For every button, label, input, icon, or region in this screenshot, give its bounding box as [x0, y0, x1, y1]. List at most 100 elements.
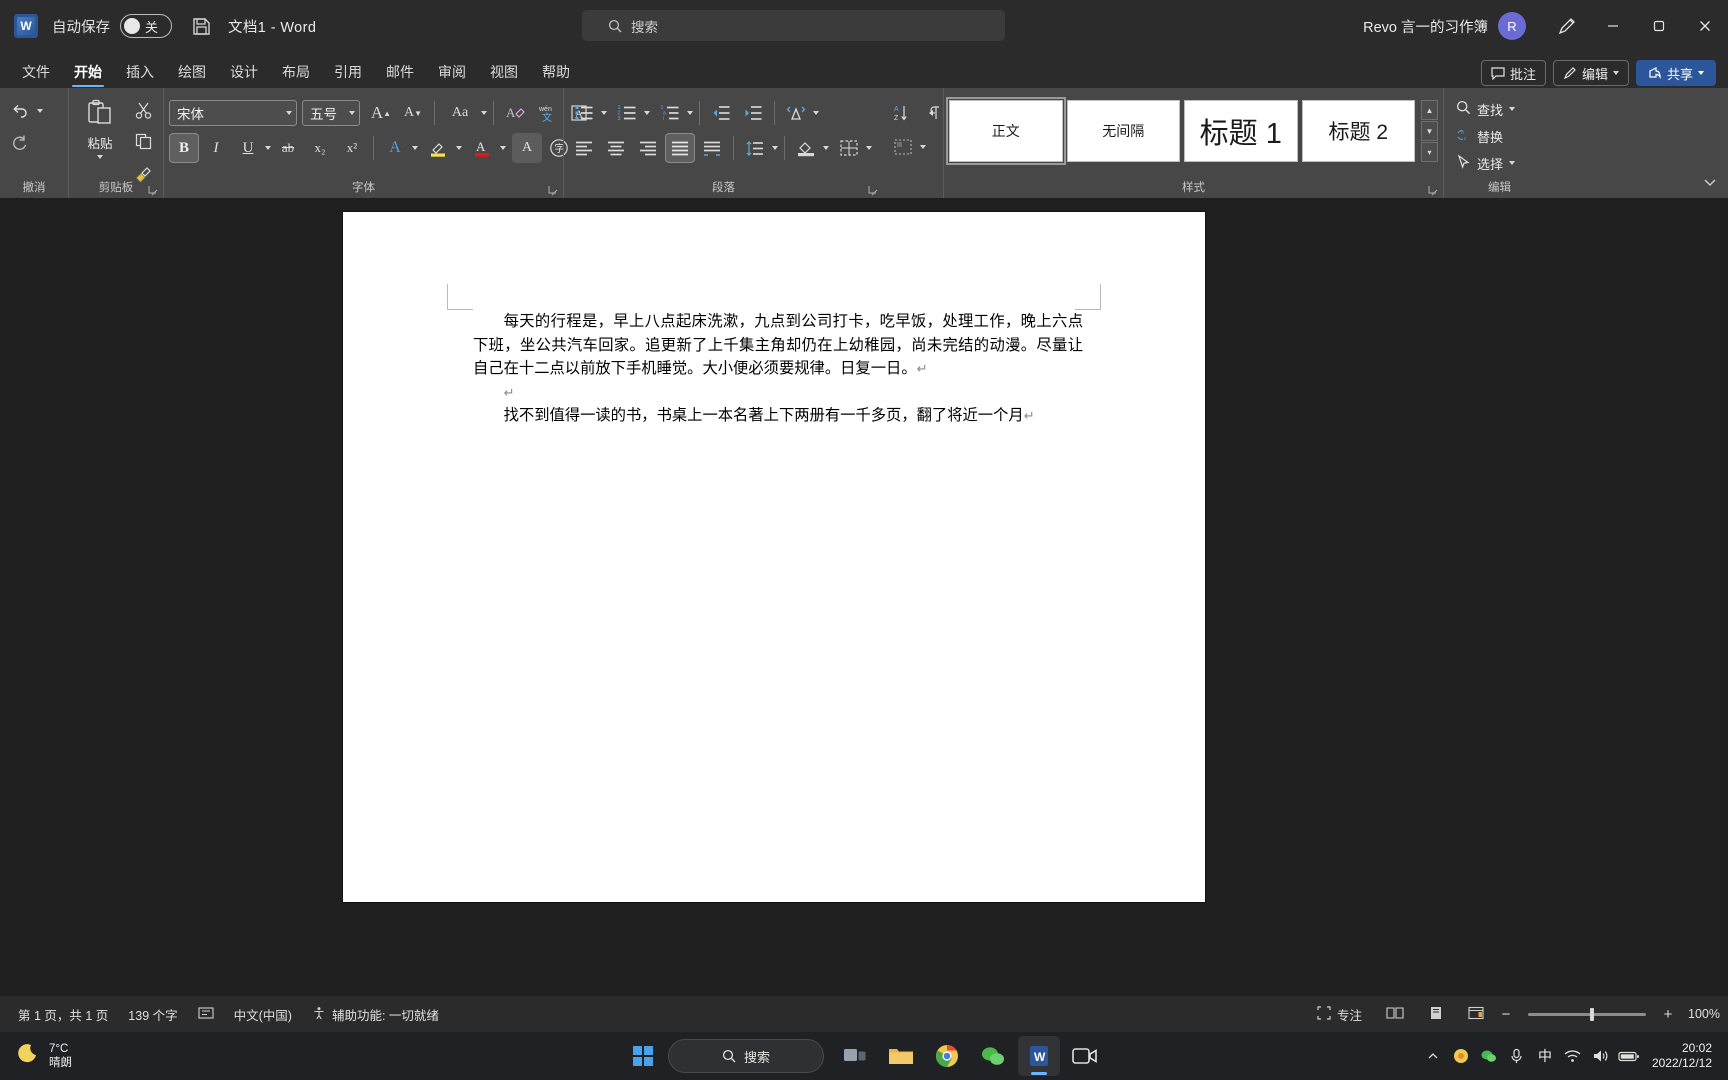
- app-tray-icon-2[interactable]: [1478, 1043, 1500, 1069]
- paragraph-empty[interactable]: ↵: [473, 381, 1083, 405]
- taskbar-search-button[interactable]: 搜索: [668, 1039, 824, 1073]
- justify-button[interactable]: [665, 133, 695, 163]
- bullet-list-button[interactable]: [569, 98, 599, 128]
- shrink-font-button[interactable]: A ▼: [398, 98, 428, 128]
- document-body-text[interactable]: 每天的行程是，早上八点起床洗漱，九点到公司打卡，吃早饭，处理工作，晚上六点下班，…: [473, 310, 1083, 428]
- underline-button[interactable]: U: [233, 133, 263, 163]
- font-color-button[interactable]: A: [468, 133, 498, 163]
- read-mode-button[interactable]: [1376, 1001, 1414, 1027]
- borders-dropdown-icon[interactable]: [866, 146, 872, 150]
- search-input[interactable]: 搜索: [582, 10, 1005, 41]
- share-button[interactable]: 共享: [1635, 60, 1716, 86]
- comment-button[interactable]: 批注: [1480, 60, 1546, 86]
- find-button[interactable]: 查找: [1449, 96, 1522, 122]
- start-button[interactable]: [622, 1036, 664, 1076]
- numbered-list-button[interactable]: 123: [612, 98, 642, 128]
- text-effects-button[interactable]: A: [380, 133, 410, 163]
- maximize-button[interactable]: [1636, 0, 1682, 52]
- align-right-button[interactable]: [633, 133, 663, 163]
- character-shading-button[interactable]: A: [512, 133, 542, 163]
- asian-layout-button[interactable]: [781, 98, 811, 128]
- pen-tool-icon[interactable]: [1544, 0, 1590, 52]
- find-dropdown-icon[interactable]: [1509, 107, 1516, 111]
- tab-insert[interactable]: 插入: [114, 56, 166, 88]
- word-taskbar-button[interactable]: W: [1018, 1036, 1060, 1076]
- highlight-dropdown-icon[interactable]: [456, 146, 462, 150]
- autosave-toggle[interactable]: 关: [120, 14, 172, 38]
- wifi-icon[interactable]: [1562, 1043, 1584, 1069]
- align-left-button[interactable]: [569, 133, 599, 163]
- underline-dropdown-icon[interactable]: [265, 146, 271, 150]
- subscript-button[interactable]: x₂: [305, 133, 335, 163]
- borders-button[interactable]: [834, 133, 864, 163]
- line-spacing-button[interactable]: [740, 133, 770, 163]
- edit-mode-button[interactable]: 编辑: [1552, 60, 1629, 86]
- camera-app-button[interactable]: [1064, 1036, 1106, 1076]
- minimize-button[interactable]: [1590, 0, 1636, 52]
- style-heading-1[interactable]: 标题 1: [1184, 100, 1298, 162]
- avatar[interactable]: R: [1498, 12, 1526, 40]
- style-normal[interactable]: 正文: [946, 97, 1066, 165]
- print-layout-button[interactable]: [1418, 1001, 1454, 1027]
- web-layout-button[interactable]: [1458, 1001, 1494, 1027]
- numbering-dropdown-icon[interactable]: [644, 111, 650, 115]
- file-explorer-button[interactable]: [880, 1036, 922, 1076]
- tab-references[interactable]: 引用: [322, 56, 374, 88]
- paragraph-dialog-launcher[interactable]: [868, 183, 879, 196]
- shading-button[interactable]: [791, 133, 821, 163]
- decrease-indent-button[interactable]: [706, 98, 736, 128]
- distribute-button[interactable]: [697, 133, 727, 163]
- undo-button[interactable]: [5, 96, 35, 126]
- account-name[interactable]: Revo 言一的习作簿: [1363, 16, 1488, 37]
- line-spacing-dropdown-icon[interactable]: [772, 146, 778, 150]
- clock[interactable]: 20:02 2022/12/12: [1646, 1041, 1718, 1071]
- font-name-combobox[interactable]: 宋体: [169, 100, 297, 126]
- page-indicator[interactable]: 第 1 页，共 1 页: [8, 1001, 118, 1027]
- zoom-in-button[interactable]: +: [1660, 1006, 1676, 1023]
- volume-icon[interactable]: [1590, 1043, 1612, 1069]
- paste-dropdown-icon[interactable]: [97, 155, 103, 159]
- styles-more-button[interactable]: ▾: [1421, 142, 1438, 162]
- clear-formatting-button[interactable]: A: [500, 98, 530, 128]
- tab-review[interactable]: 审阅: [426, 56, 478, 88]
- show-hidden-icons-button[interactable]: [1422, 1043, 1444, 1069]
- zoom-slider-thumb[interactable]: [1590, 1007, 1594, 1021]
- document-page[interactable]: 每天的行程是，早上八点起床洗漱，九点到公司打卡，吃早饭，处理工作，晚上六点下班，…: [343, 212, 1205, 902]
- save-icon[interactable]: [190, 15, 212, 37]
- battery-icon[interactable]: [1618, 1043, 1640, 1069]
- grid-dropdown-icon[interactable]: [920, 145, 926, 149]
- tab-file[interactable]: 文件: [10, 56, 62, 88]
- redo-button[interactable]: [5, 127, 35, 157]
- multilevel-list-button[interactable]: 1ai: [655, 98, 685, 128]
- align-center-button[interactable]: [601, 133, 631, 163]
- tab-help[interactable]: 帮助: [530, 56, 582, 88]
- font-dialog-launcher[interactable]: [548, 183, 559, 196]
- tab-layout[interactable]: 布局: [270, 56, 322, 88]
- bullets-dropdown-icon[interactable]: [601, 111, 607, 115]
- zoom-out-button[interactable]: −: [1498, 1006, 1514, 1023]
- change-case-button[interactable]: Aa: [441, 98, 479, 128]
- superscript-button[interactable]: x²: [337, 133, 367, 163]
- phonetic-guide-button[interactable]: wén 文: [532, 98, 562, 128]
- chrome-button[interactable]: [926, 1036, 968, 1076]
- select-dropdown-icon[interactable]: [1509, 161, 1516, 165]
- microphone-icon[interactable]: [1506, 1043, 1528, 1069]
- select-button[interactable]: 选择: [1449, 150, 1522, 176]
- paragraph-2[interactable]: 找不到值得一读的书，书桌上一本名著上下两册有一千多页，翻了将近一个月↵: [473, 404, 1083, 428]
- paste-button[interactable]: 粘贴: [74, 92, 126, 172]
- collapse-ribbon-button[interactable]: [1700, 172, 1720, 192]
- styles-scroll-down-button[interactable]: ▼: [1421, 121, 1438, 141]
- font-color-dropdown-icon[interactable]: [500, 146, 506, 150]
- bold-button[interactable]: B: [169, 133, 199, 163]
- tab-design[interactable]: 设计: [218, 56, 270, 88]
- ime-indicator[interactable]: 中: [1534, 1046, 1556, 1066]
- tab-draw[interactable]: 绘图: [166, 56, 218, 88]
- document-canvas[interactable]: 每天的行程是，早上八点起床洗漱，九点到公司打卡，吃早饭，处理工作，晚上六点下班，…: [0, 198, 1728, 996]
- tab-mailings[interactable]: 邮件: [374, 56, 426, 88]
- shading-dropdown-icon[interactable]: [823, 146, 829, 150]
- wechat-button[interactable]: [972, 1036, 1014, 1076]
- grow-font-button[interactable]: A ▲: [366, 98, 396, 128]
- app-tray-icon-1[interactable]: [1450, 1043, 1472, 1069]
- style-heading-2[interactable]: 标题 2: [1301, 100, 1415, 162]
- clipboard-dialog-launcher[interactable]: [148, 183, 159, 196]
